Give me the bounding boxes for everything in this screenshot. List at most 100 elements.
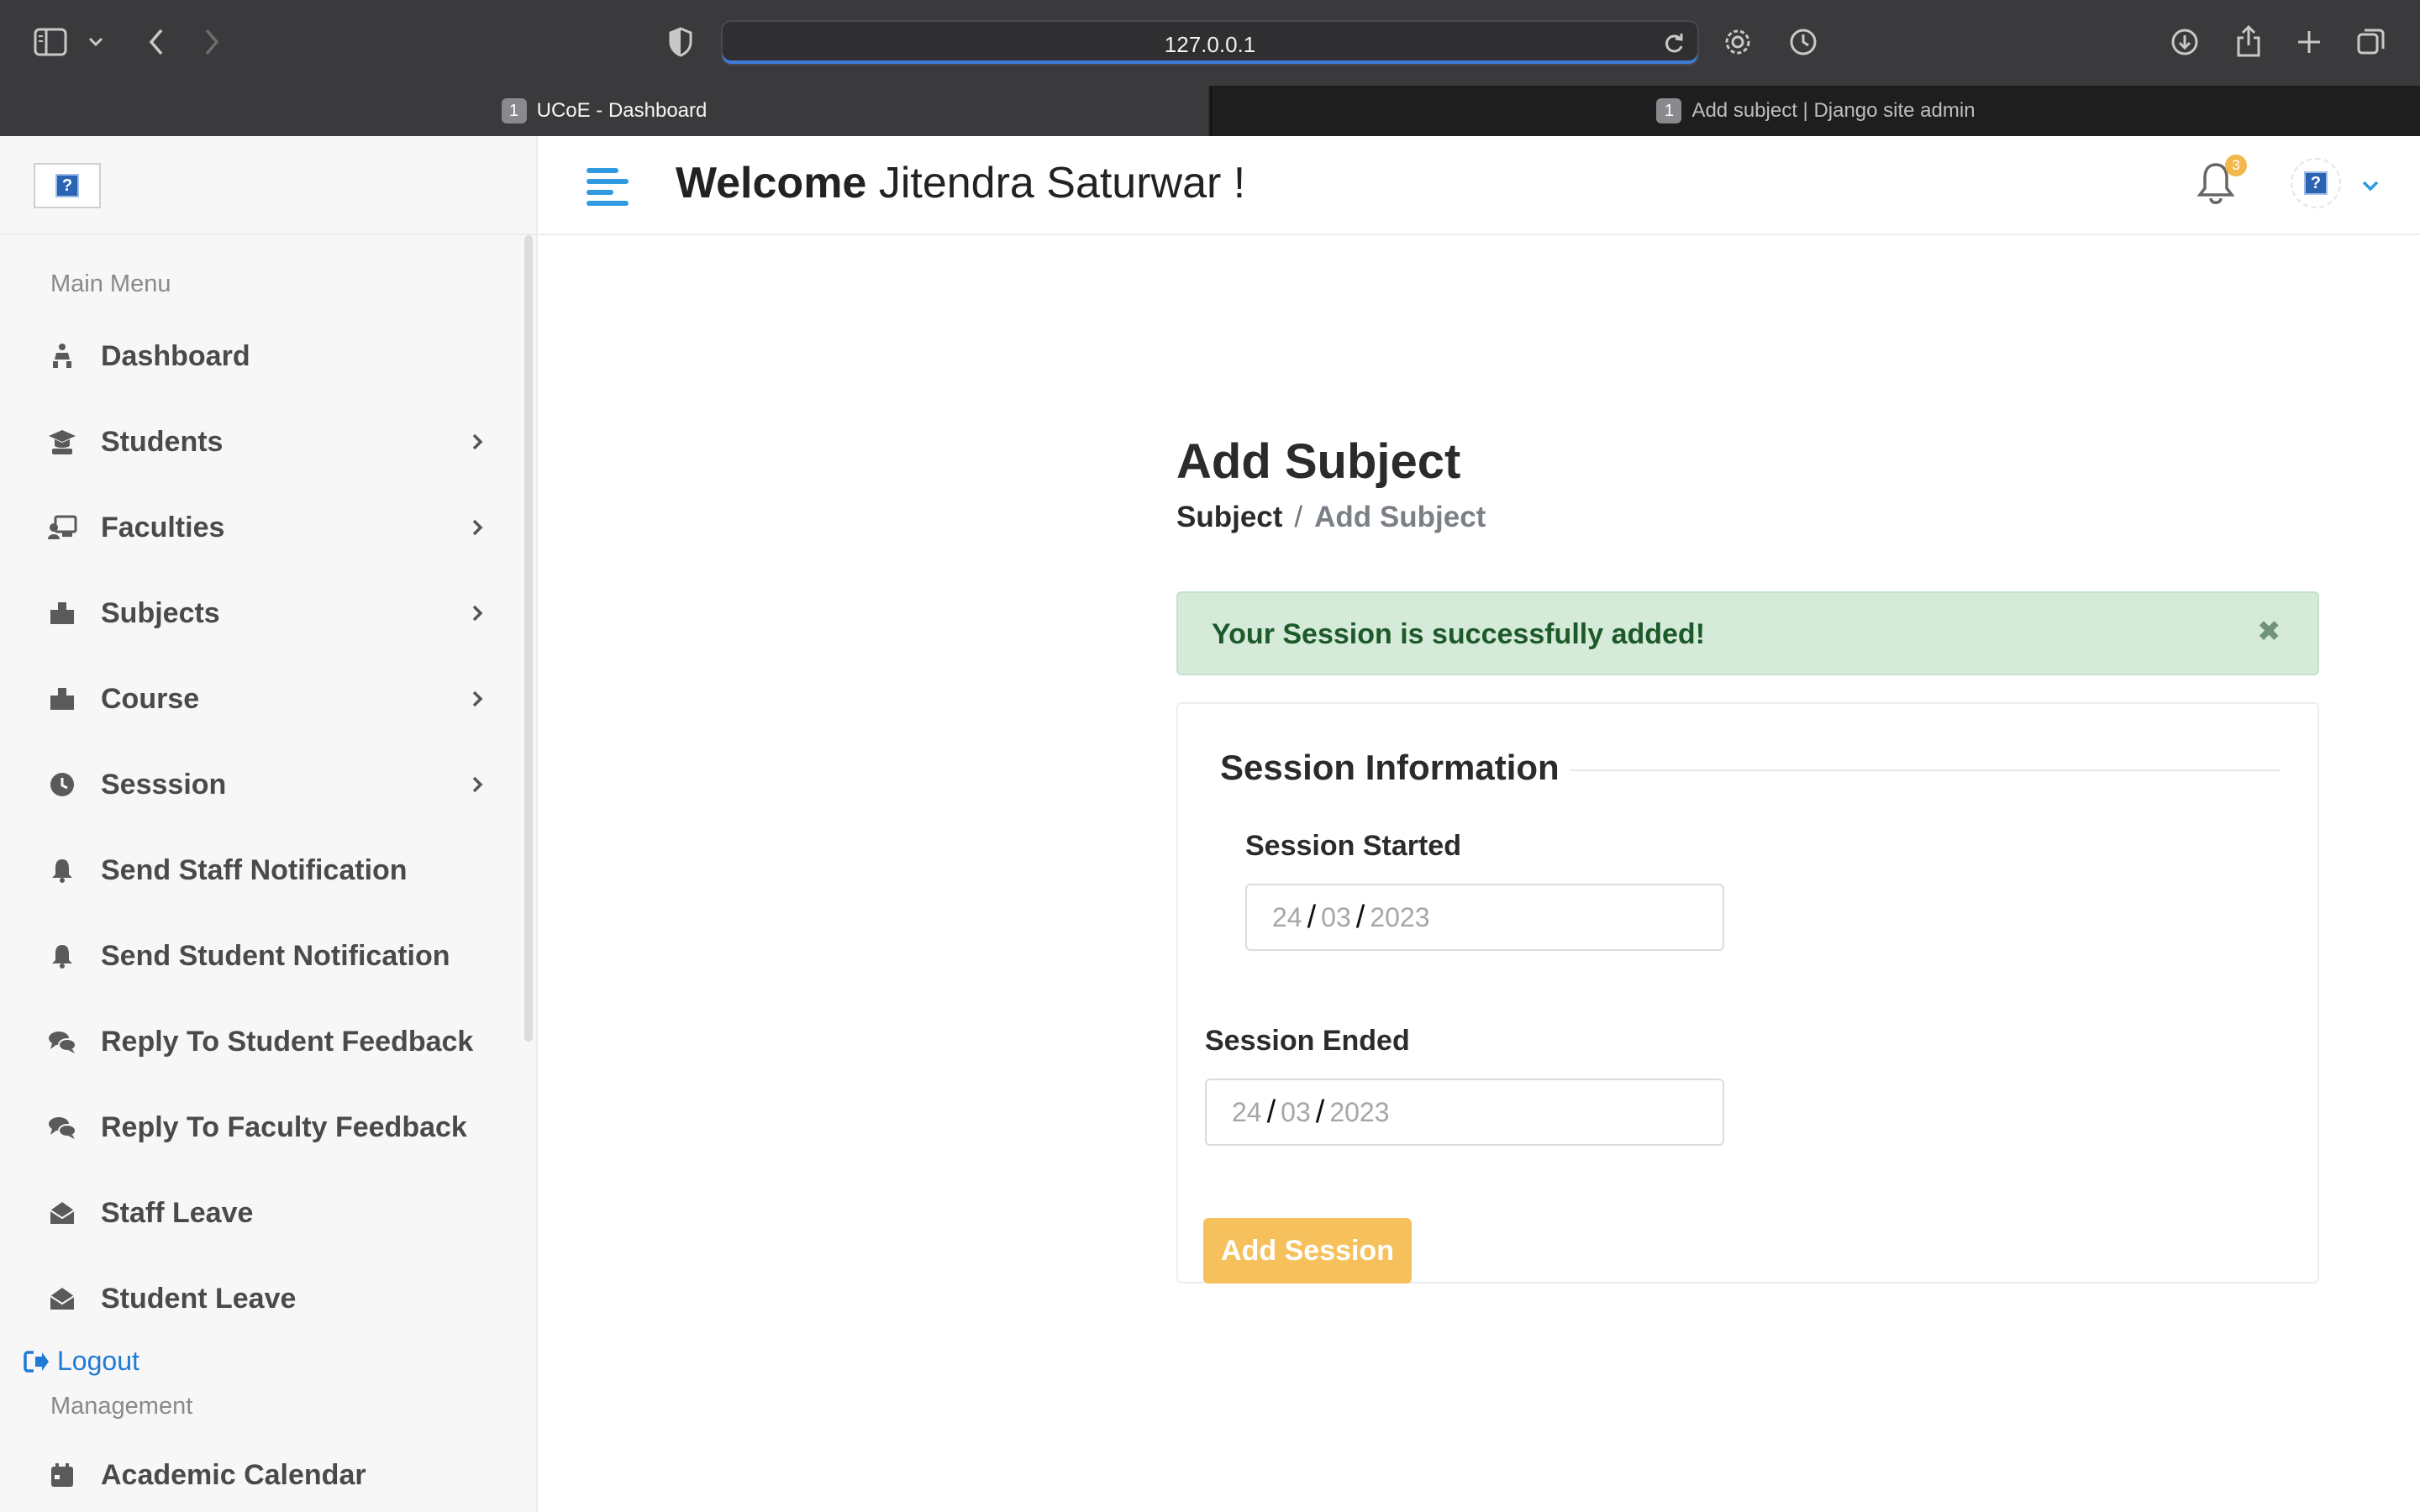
- tab-title: Add subject | Django site admin: [1691, 99, 1975, 122]
- building-icon: [47, 598, 77, 628]
- sidebar-item-label: Send Staff Notification: [101, 853, 408, 886]
- sidebar-item-label: Course: [101, 682, 200, 715]
- comments-icon: [47, 1026, 77, 1057]
- broken-image-icon: ?: [55, 174, 79, 197]
- browser-toolbar: 127.0.0.1: [0, 0, 2420, 86]
- avatar[interactable]: ?: [2291, 158, 2341, 208]
- sidebar-item-send-student-notification[interactable]: Send Student Notification: [0, 922, 521, 990]
- sidebar-item-label: Students: [101, 425, 224, 458]
- sidebar-item-label: Reply To Faculty Feedback: [101, 1110, 467, 1143]
- tab-number-badge: 1: [501, 98, 527, 123]
- welcome-label: Welcome: [676, 159, 867, 207]
- comments-icon: [47, 1112, 77, 1142]
- teacher-icon: [47, 512, 77, 543]
- sidebar-item-label: Staff Leave: [101, 1196, 254, 1229]
- sidebar-item-student-leave[interactable]: Student Leave: [0, 1265, 521, 1332]
- sidebar-scrollbar[interactable]: [524, 235, 533, 1042]
- tab-title: UCoE - Dashboard: [536, 99, 708, 122]
- gear-icon[interactable]: [1721, 25, 1754, 59]
- sidebar-item-session[interactable]: Sesssion: [0, 751, 521, 818]
- notification-count-badge: 3: [2225, 155, 2247, 176]
- sidebar-item-send-staff-notification[interactable]: Send Staff Notification: [0, 837, 521, 904]
- date-separator: /: [1266, 1094, 1276, 1130]
- date-separator: /: [1355, 899, 1365, 935]
- session-ended-label: Session Ended: [1205, 1025, 1410, 1057]
- sidebar-item-label: Faculties: [101, 511, 225, 543]
- hamburger-menu-icon[interactable]: [587, 165, 629, 207]
- sidebar-toggle-icon[interactable]: [32, 25, 69, 59]
- chevron-right-icon: [472, 519, 483, 536]
- privacy-shield-icon[interactable]: [664, 25, 697, 59]
- sidebar-item-subjects[interactable]: Subjects: [0, 580, 521, 647]
- chevron-right-icon: [472, 690, 483, 707]
- date-separator: /: [1307, 899, 1317, 935]
- tab-overview-icon[interactable]: [2354, 25, 2388, 59]
- date-year: 2023: [1329, 1096, 1390, 1127]
- date-day: 24: [1272, 901, 1302, 932]
- clock-icon: [47, 769, 77, 800]
- divider: [1570, 769, 2281, 771]
- top-header: Welcome Jitendra Saturwar ! 3 ?: [538, 136, 2420, 235]
- session-started-date-input[interactable]: 24/03/2023: [1245, 884, 1724, 951]
- sidebar-item-label: Subjects: [101, 596, 220, 629]
- sidebar-item-label: Academic Calendar: [101, 1458, 366, 1491]
- sidebar-item-staff-leave[interactable]: Staff Leave: [0, 1179, 521, 1247]
- session-started-label: Session Started: [1245, 830, 1461, 862]
- chevron-down-icon[interactable]: [2360, 175, 2381, 197]
- reload-icon[interactable]: [1660, 30, 1687, 57]
- sidebar-item-label: Send Student Notification: [101, 939, 450, 972]
- date-month: 03: [1281, 1096, 1311, 1127]
- sidebar-item-faculties[interactable]: Faculties: [0, 494, 521, 561]
- back-icon[interactable]: [139, 25, 173, 59]
- chevron-down-icon[interactable]: [84, 30, 108, 54]
- sidebar-item-label: Reply To Student Feedback: [101, 1025, 474, 1058]
- sidebar-item-dashboard[interactable]: Dashboard: [0, 323, 521, 390]
- history-clock-icon[interactable]: [1786, 25, 1820, 59]
- date-year: 2023: [1370, 901, 1430, 932]
- management-title: Management: [50, 1393, 193, 1420]
- forward-icon[interactable]: [195, 25, 229, 59]
- page-title: Add Subject: [1176, 434, 1461, 489]
- logo-image[interactable]: ?: [34, 163, 101, 208]
- sidebar-item-label: Dashboard: [101, 339, 250, 372]
- session-form-card: Session Information Session Started 24/0…: [1176, 702, 2319, 1284]
- sidebar-item-reply-faculty-feedback[interactable]: Reply To Faculty Feedback: [0, 1094, 521, 1161]
- close-icon[interactable]: ✖: [2257, 615, 2281, 648]
- breadcrumb-subject-link[interactable]: Subject: [1176, 501, 1282, 533]
- session-ended-date-input[interactable]: 24/03/2023: [1205, 1079, 1724, 1146]
- logout-link[interactable]: Logout: [24, 1346, 139, 1377]
- chevron-right-icon: [472, 433, 483, 450]
- success-alert: Your Session is successfully added! ✖: [1176, 591, 2319, 675]
- date-month: 03: [1321, 901, 1351, 932]
- main-menu-title: Main Menu: [50, 270, 171, 297]
- tab-ucoe-dashboard[interactable]: 1 UCoE - Dashboard: [0, 86, 1208, 136]
- breadcrumb: Subject / Add Subject: [1176, 501, 1486, 534]
- date-separator: /: [1315, 1094, 1325, 1130]
- alert-message: Your Session is successfully added!: [1212, 618, 1706, 650]
- tab-bar: 1 UCoE - Dashboard 1 Add subject | Djang…: [0, 86, 2420, 136]
- tab-django-admin[interactable]: 1 Add subject | Django site admin: [1210, 86, 2420, 136]
- broken-image-icon: ?: [2304, 171, 2328, 195]
- add-session-button[interactable]: Add Session: [1203, 1218, 1412, 1284]
- graduate-icon: [47, 427, 77, 457]
- bell-icon: [47, 855, 77, 885]
- dashboard-icon: [47, 341, 77, 371]
- sidebar: ? Main Menu Dashboard Students Faculties…: [0, 136, 538, 1512]
- date-day: 24: [1232, 1096, 1262, 1127]
- sidebar-item-students[interactable]: Students: [0, 408, 521, 475]
- sidebar-item-academic-calendar[interactable]: Academic Calendar: [0, 1441, 521, 1509]
- user-name: Jitendra Saturwar !: [878, 159, 1246, 207]
- share-icon[interactable]: [2232, 24, 2265, 59]
- sidebar-item-label: Sesssion: [101, 768, 227, 801]
- chevron-right-icon: [472, 776, 483, 793]
- logout-label: Logout: [57, 1346, 139, 1376]
- new-tab-icon[interactable]: [2292, 25, 2326, 59]
- address-bar[interactable]: 127.0.0.1: [721, 20, 1699, 66]
- welcome-heading: Welcome Jitendra Saturwar !: [676, 158, 1245, 208]
- download-icon[interactable]: [2168, 25, 2202, 59]
- divider: [0, 234, 538, 235]
- envelope-open-icon: [47, 1284, 77, 1314]
- sidebar-item-course[interactable]: Course: [0, 665, 521, 732]
- sidebar-item-reply-student-feedback[interactable]: Reply To Student Feedback: [0, 1008, 521, 1075]
- breadcrumb-current: Add Subject: [1314, 501, 1486, 533]
